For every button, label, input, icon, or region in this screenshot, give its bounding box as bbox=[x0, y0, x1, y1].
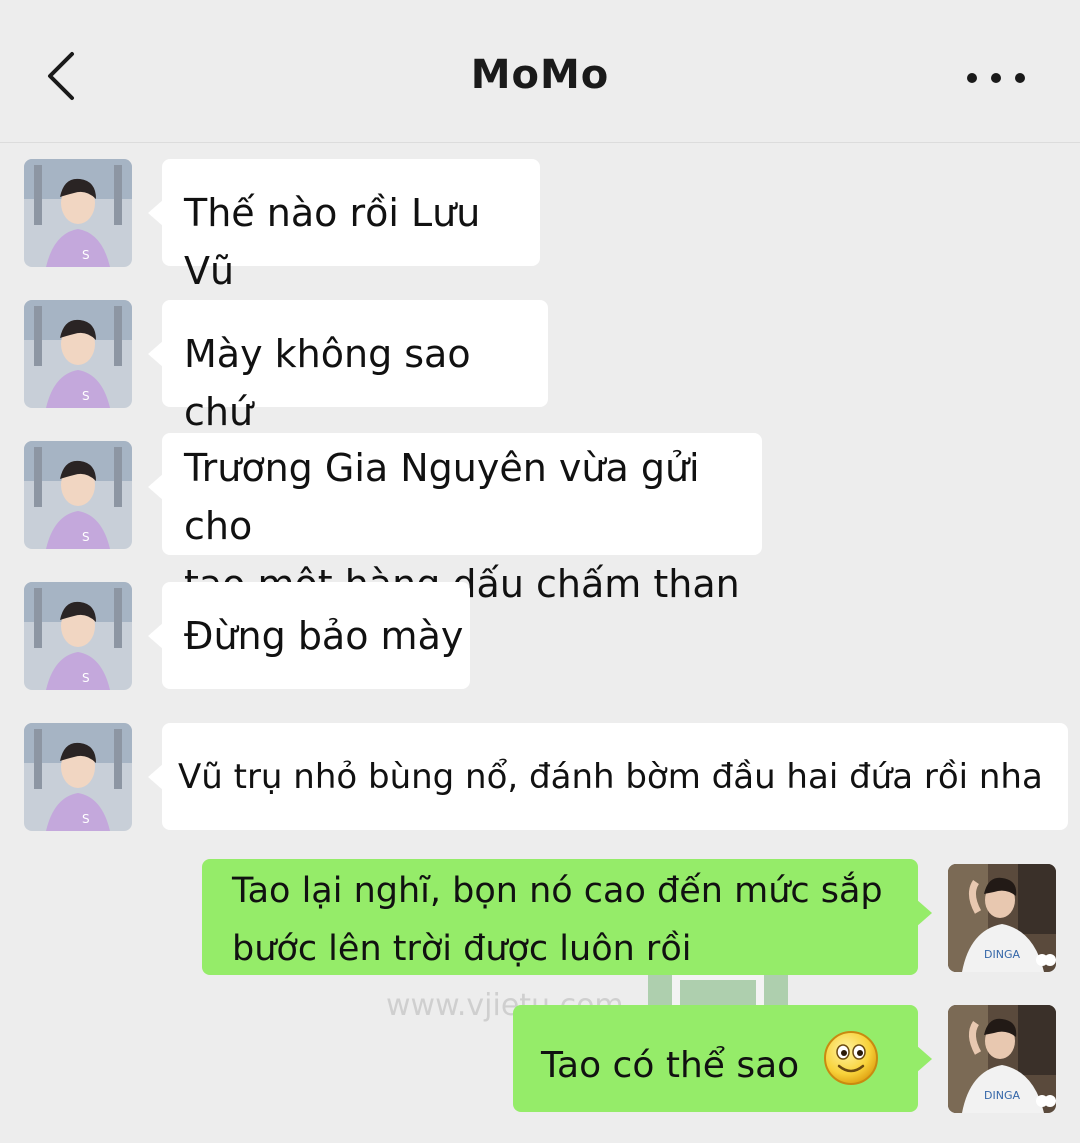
svg-text:DINGA: DINGA bbox=[984, 948, 1020, 961]
chat-header: MoMo bbox=[0, 0, 1080, 143]
avatar-momo[interactable]: S bbox=[24, 723, 132, 831]
smile-emoji-icon bbox=[823, 1030, 879, 1104]
message-bubble[interactable]: Thế nào rồi Lưu Vũ bbox=[148, 159, 540, 293]
avatar-image: S bbox=[24, 441, 132, 549]
avatar-momo[interactable]: S bbox=[24, 582, 132, 690]
more-button[interactable] bbox=[964, 60, 1028, 96]
message-bubble[interactable]: Mày không sao chứ bbox=[148, 300, 548, 434]
message-text: Tao có thể sao bbox=[541, 1045, 800, 1086]
message-bubble[interactable]: Vũ trụ nhỏ bùng nổ, đánh bờm đầu hai đứa… bbox=[148, 723, 1068, 830]
message-bubble[interactable]: Tao lại nghĩ, bọn nó cao đến mức sắp bướ… bbox=[202, 859, 932, 975]
avatar-me[interactable]: DINGA bbox=[948, 1005, 1056, 1113]
svg-text:S: S bbox=[82, 530, 90, 544]
message-text: Mày không sao chứ bbox=[184, 332, 471, 434]
avatar-me[interactable]: DINGA bbox=[948, 864, 1056, 972]
message-text-line: Tao lại nghĩ, bọn nó cao đến mức sắp bbox=[232, 871, 883, 911]
message-text: Đừng bảo mày bbox=[184, 614, 464, 658]
message-text-line: Trương Gia Nguyên vừa gửi cho bbox=[184, 446, 700, 548]
message-text: Vũ trụ nhỏ bùng nổ, đánh bờm đầu hai đứa… bbox=[178, 757, 1043, 797]
svg-text:S: S bbox=[82, 671, 90, 685]
avatar-image: DINGA bbox=[948, 864, 1056, 972]
svg-text:S: S bbox=[82, 812, 90, 826]
avatar-image: S bbox=[24, 300, 132, 408]
svg-text:DINGA: DINGA bbox=[984, 1089, 1020, 1102]
chat-title: MoMo bbox=[470, 52, 610, 98]
svg-text:S: S bbox=[82, 389, 90, 403]
avatar-momo[interactable]: S bbox=[24, 300, 132, 408]
message-text-line: bước lên trời được luôn rồi bbox=[232, 929, 692, 969]
more-dots-icon bbox=[967, 73, 1025, 83]
avatar-momo[interactable]: S bbox=[24, 159, 132, 267]
avatar-momo[interactable]: S bbox=[24, 441, 132, 549]
chat-screen: MoMo www.vjietu.com S Thế nào rồi Lưu Vũ… bbox=[0, 0, 1080, 1143]
avatar-image: DINGA bbox=[948, 1005, 1056, 1113]
message-bubble[interactable]: Tao có thể sao bbox=[513, 1005, 932, 1112]
message-text: Thế nào rồi Lưu Vũ bbox=[184, 191, 481, 293]
avatar-image: S bbox=[24, 582, 132, 690]
message-bubble[interactable]: Trương Gia Nguyên vừa gửi cho tao một hà… bbox=[148, 433, 762, 606]
avatar-image: S bbox=[24, 723, 132, 831]
avatar-image: S bbox=[24, 159, 132, 267]
svg-text:S: S bbox=[82, 248, 90, 262]
message-bubble[interactable]: Đừng bảo mày bbox=[148, 582, 470, 689]
